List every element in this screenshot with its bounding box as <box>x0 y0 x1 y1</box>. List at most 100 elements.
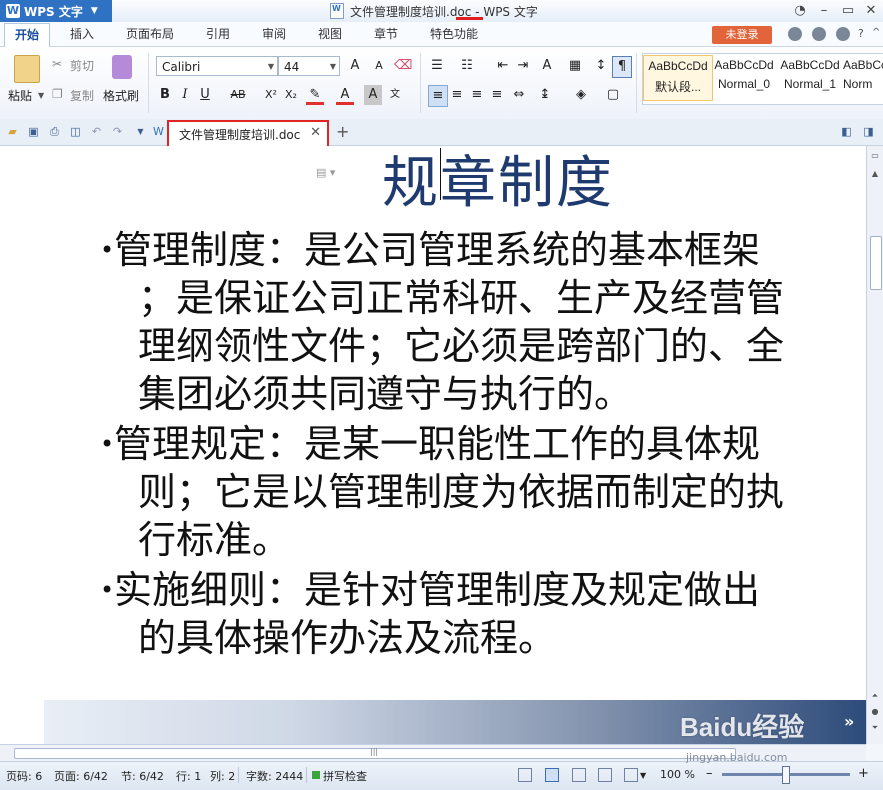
tab-chapter[interactable]: 章节 <box>364 22 408 46</box>
print-preview-icon[interactable]: ◫ <box>69 125 82 138</box>
borders-icon[interactable]: ▢ <box>604 85 622 105</box>
web-view-icon[interactable] <box>598 768 612 782</box>
tab-insert[interactable]: 插入 <box>60 22 104 46</box>
vertical-scrollbar[interactable] <box>866 146 883 744</box>
text-direction-icon[interactable]: A <box>538 56 556 76</box>
increase-indent-icon[interactable]: ⇥ <box>514 56 532 76</box>
format-painter-icon[interactable] <box>112 55 132 79</box>
tab-references[interactable]: 引用 <box>196 22 240 46</box>
show-marks-icon[interactable]: ¶ <box>612 56 632 78</box>
print-icon[interactable]: ⎙ <box>48 125 61 138</box>
italic-icon[interactable]: I <box>176 85 194 105</box>
divider <box>148 53 149 113</box>
font-name-combo[interactable]: Calibri ▼ <box>156 56 278 76</box>
close-icon[interactable]: ✕ <box>310 125 321 140</box>
status-word-count[interactable]: 字数: 2444 <box>246 768 303 784</box>
paste-button[interactable]: 粘贴 <box>8 87 32 104</box>
paste-dropdown-icon[interactable]: ▼ <box>38 91 44 100</box>
table-icon[interactable]: ▦ <box>566 56 584 76</box>
login-button[interactable]: 未登录 <box>712 26 772 44</box>
tab-page-layout[interactable]: 页面布局 <box>116 22 184 46</box>
tab-home[interactable]: 开始 <box>4 23 51 47</box>
wps-logo-icon: W <box>6 4 20 18</box>
tab-view[interactable]: 视图 <box>308 22 352 46</box>
customize-toolbar-icon[interactable]: ▼ <box>134 125 147 138</box>
paragraph-implementation-rules[interactable]: • 实施细则：是针对管理制度及规定做出 的具体操作办法及流程。 <box>100 566 870 662</box>
tab-special-features[interactable]: 特色功能 <box>420 22 488 46</box>
align-right-icon[interactable]: ≡ <box>468 85 486 105</box>
phonetic-guide-icon[interactable]: 文 <box>386 85 404 105</box>
spell-check-button[interactable]: 拼写检查 <box>323 768 367 784</box>
copy-button[interactable]: 复制 <box>70 87 94 104</box>
paragraph-line: 行标准。 <box>138 518 291 562</box>
document-tab[interactable]: 文件管理制度培训.doc ✕ <box>167 120 329 148</box>
vertical-scroll-thumb[interactable] <box>870 236 882 290</box>
chevron-down-icon[interactable]: ▼ <box>640 771 646 780</box>
char-shading-icon[interactable]: A <box>364 85 382 105</box>
status-page[interactable]: 页面: 6/42 <box>54 768 108 784</box>
save-icon[interactable]: ▣ <box>27 125 40 138</box>
style-default[interactable]: AaBbCcDd 默认段... <box>643 55 713 101</box>
style-normal[interactable]: AaBbCcDd Norm <box>843 55 883 99</box>
tab-review[interactable]: 审阅 <box>252 22 296 46</box>
line-spacing-icon[interactable]: ↨ <box>536 85 554 105</box>
sync-icon[interactable] <box>812 27 826 41</box>
underline-icon[interactable]: U <box>196 85 214 105</box>
justify-icon[interactable]: ≡ <box>488 85 506 105</box>
reading-view-icon[interactable] <box>624 768 638 782</box>
format-painter-button[interactable]: 格式刷 <box>103 87 139 104</box>
new-tab-button[interactable]: + <box>336 122 349 141</box>
font-size-combo[interactable]: 44 ▼ <box>278 56 340 76</box>
redo-icon[interactable]: ↷ <box>111 125 124 138</box>
paste-icon[interactable] <box>14 55 40 83</box>
open-folder-icon[interactable]: ▰ <box>6 125 19 138</box>
skin-icon[interactable]: ◔ <box>787 1 813 20</box>
page-view-icon[interactable] <box>545 768 559 782</box>
align-left-icon[interactable]: ≡ <box>428 85 448 107</box>
superscript-icon[interactable]: X² <box>262 85 280 105</box>
numbered-list-icon[interactable]: ☷ <box>458 56 476 76</box>
align-center-icon[interactable]: ≡ <box>448 85 466 105</box>
scroll-grip-icon: ||| <box>370 747 379 756</box>
font-color-icon[interactable]: A <box>336 85 354 105</box>
decrease-indent-icon[interactable]: ⇤ <box>494 56 512 76</box>
share-icon[interactable] <box>788 27 802 41</box>
highlight-icon[interactable]: ✎ <box>306 85 324 105</box>
spell-check-icon <box>312 771 320 779</box>
shading-icon[interactable]: ◈ <box>572 85 590 105</box>
chevron-up-icon[interactable]: ^ <box>872 27 880 38</box>
style-sample: AaBbCcDd <box>843 58 883 72</box>
strikethrough-icon[interactable]: AB <box>226 85 250 105</box>
undo-icon[interactable]: ↶ <box>90 125 103 138</box>
close-button[interactable]: ✕ <box>858 1 883 20</box>
document-tab-label: 文件管理制度培训.doc <box>179 128 301 142</box>
style-normal-0[interactable]: AaBbCcDd Normal_0 <box>710 55 778 99</box>
distributed-icon[interactable]: ⇔ <box>510 85 528 105</box>
font-size-value: 44 <box>284 60 300 74</box>
scroll-up-icon[interactable]: ▲ <box>869 168 881 180</box>
divider <box>636 53 637 113</box>
bullet-list-icon[interactable]: ☰ <box>428 56 446 76</box>
title-annotation-underline <box>456 17 483 20</box>
full-screen-view-icon[interactable] <box>518 768 532 782</box>
shrink-font-icon[interactable]: A <box>370 56 388 76</box>
subscript-icon[interactable]: X₂ <box>282 85 300 105</box>
tab-list-icon[interactable]: ◧ <box>840 125 853 138</box>
clear-format-icon[interactable]: ⌫ <box>394 56 412 76</box>
help-icon[interactable]: ? <box>858 27 864 40</box>
restore-icon[interactable]: ◨ <box>862 125 875 138</box>
style-normal-1[interactable]: AaBbCcDd Normal_1 <box>776 55 844 99</box>
cut-button[interactable]: 剪切 <box>70 57 94 74</box>
minimize-button[interactable]: – <box>811 1 837 20</box>
paragraph-management-system[interactable]: • 管理制度：是公司管理系统的基本框架 ；是保证公司正常科研、生产及经营管 理纲… <box>100 226 870 418</box>
grow-font-icon[interactable]: A <box>346 56 364 76</box>
paragraph-management-rules[interactable]: • 管理规定：是某一职能性工作的具体规 则；它是以管理制度为依据而制定的执 行标… <box>100 420 870 564</box>
paste-options-icon[interactable]: ▤ ▾ <box>316 166 335 179</box>
app-menu-button[interactable]: W WPS 文字 ▼ <box>0 0 112 22</box>
document-title[interactable]: 规章制度 <box>382 138 614 219</box>
skin-shirt-icon[interactable] <box>836 27 850 41</box>
bold-icon[interactable]: B <box>156 85 174 105</box>
outline-view-icon[interactable] <box>572 768 586 782</box>
sort-icon[interactable]: ↕ <box>592 56 610 76</box>
split-view-icon[interactable]: ▭ <box>869 150 881 162</box>
